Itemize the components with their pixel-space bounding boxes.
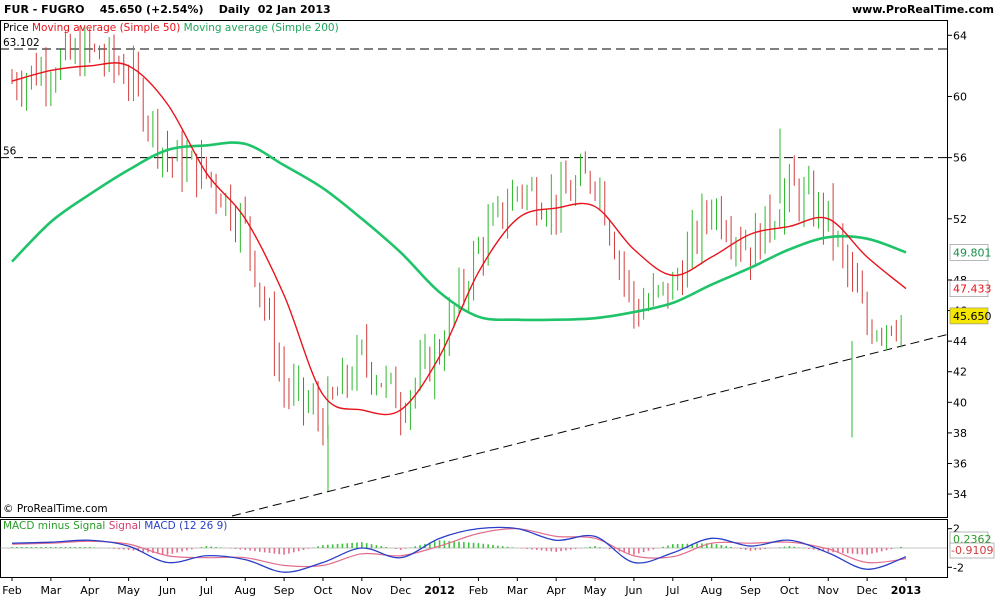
x-tick-label: Jun bbox=[624, 584, 642, 597]
chart-window: 343638404244464852566064-22FebMarAprMayJ… bbox=[0, 0, 1000, 600]
y-tick-label: 64 bbox=[953, 29, 967, 42]
x-tick-label: May bbox=[117, 584, 140, 597]
chart-svg: 343638404244464852566064-22FebMarAprMayJ… bbox=[0, 20, 995, 597]
chart-header-site[interactable]: www.ProRealTime.com bbox=[852, 3, 994, 16]
x-tick-label: 2013 bbox=[891, 584, 922, 597]
last-price-label: 45.650 bbox=[953, 310, 992, 323]
x-tick-label: Oct bbox=[780, 584, 800, 597]
macd-legend: MACD minus Signal Signal MACD (12 26 9) bbox=[3, 520, 227, 532]
chart-header-title: FUR - FUGRO 45.650 (+2.54%) Daily 02 Jan… bbox=[4, 3, 331, 16]
x-tick-label: Apr bbox=[547, 584, 567, 597]
macd-value: -0.9109 bbox=[951, 544, 993, 557]
x-tick-label: Dec bbox=[856, 584, 877, 597]
x-tick-label: Apr bbox=[80, 584, 100, 597]
legend-macd: MACD (12 26 9) bbox=[144, 520, 228, 532]
ma50-line bbox=[11, 62, 907, 416]
y-tick-label: 34 bbox=[953, 488, 967, 501]
x-tick-label: Jul bbox=[199, 584, 213, 597]
resistance-label: 63.102 bbox=[3, 37, 40, 49]
x-tick-label: 2012 bbox=[424, 584, 455, 597]
x-tick-label: Nov bbox=[818, 584, 840, 597]
ma200-value-label: 49.801 bbox=[953, 246, 992, 259]
legend-signal: Signal bbox=[108, 520, 141, 532]
copyright-text: © ProRealTime.com bbox=[3, 503, 108, 515]
x-tick-label: Aug bbox=[701, 584, 722, 597]
y-tick-label: 56 bbox=[953, 152, 967, 165]
x-tick-label: Sep bbox=[740, 584, 761, 597]
legend-ma200: Moving average (Simple 200) bbox=[183, 22, 339, 34]
y-tick-label: 44 bbox=[953, 335, 967, 348]
legend-ma50: Moving average (Simple 50) bbox=[31, 22, 181, 34]
y-tick-label: 38 bbox=[953, 427, 967, 440]
x-tick-label: May bbox=[584, 584, 607, 597]
x-tick-label: Sep bbox=[274, 584, 295, 597]
support-trendline bbox=[231, 334, 948, 517]
legend-price: Price bbox=[3, 22, 29, 34]
x-tick-label: Oct bbox=[313, 584, 333, 597]
x-tick-label: Dec bbox=[390, 584, 411, 597]
x-tick-label: Nov bbox=[351, 584, 373, 597]
x-tick-label: Mar bbox=[40, 584, 61, 597]
y-tick-label: 52 bbox=[953, 213, 967, 226]
x-tick-label: Mar bbox=[507, 584, 528, 597]
x-tick-label: Aug bbox=[234, 584, 255, 597]
resistance-label: 56 bbox=[3, 146, 17, 158]
legend-macd-hist: MACD minus Signal bbox=[3, 520, 106, 532]
y-tick-label: 36 bbox=[953, 457, 967, 470]
main-legend: Price Moving average (Simple 50) Moving … bbox=[3, 22, 339, 34]
x-tick-label: Feb bbox=[2, 584, 21, 597]
x-tick-label: Jul bbox=[665, 584, 679, 597]
y-tick-label: 40 bbox=[953, 396, 967, 409]
x-tick-label: Feb bbox=[469, 584, 488, 597]
macd-y-tick-label: -2 bbox=[953, 561, 964, 574]
x-tick-label: Jun bbox=[158, 584, 176, 597]
ma50-value-label: 47.433 bbox=[953, 283, 992, 296]
y-tick-label: 42 bbox=[953, 366, 967, 379]
y-tick-label: 60 bbox=[953, 90, 967, 103]
